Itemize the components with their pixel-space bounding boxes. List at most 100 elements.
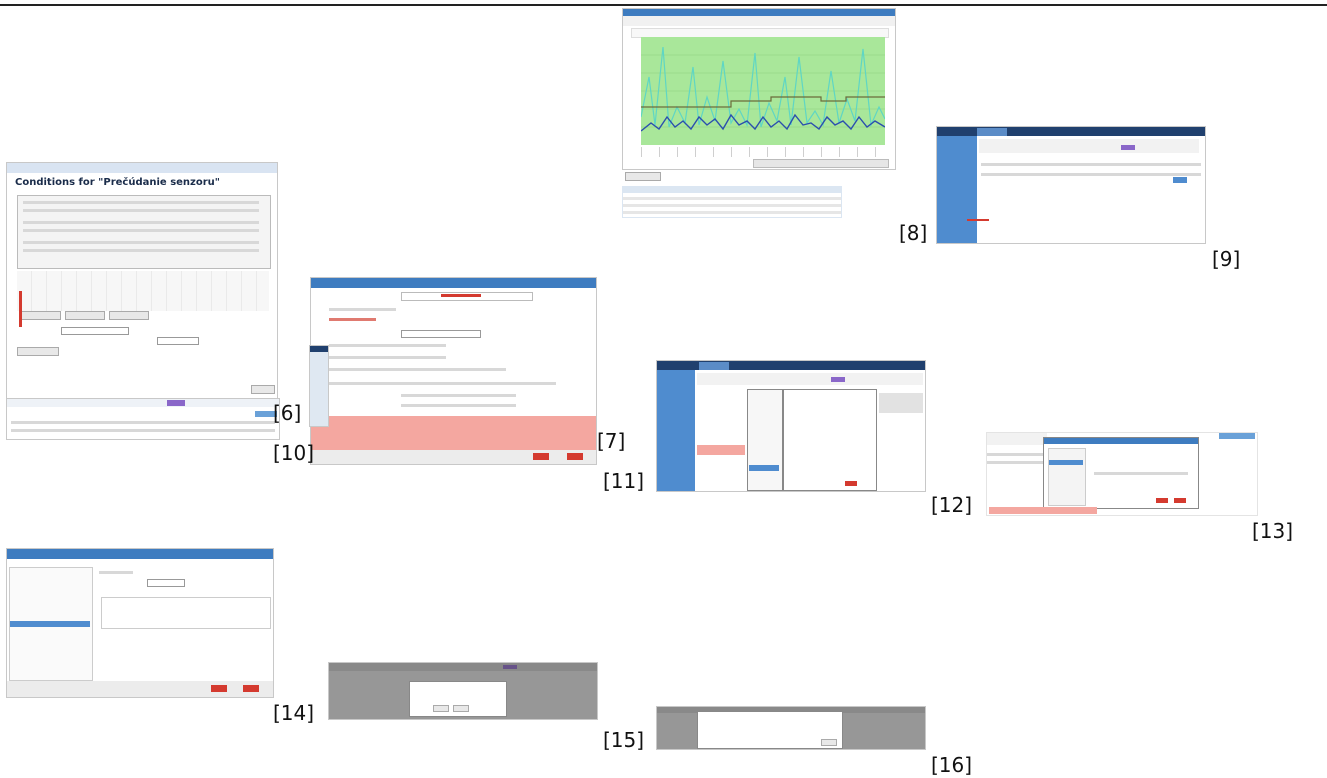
close-button[interactable] bbox=[251, 385, 275, 394]
modal-selection[interactable] bbox=[1049, 460, 1083, 465]
modal-list[interactable] bbox=[1048, 448, 1086, 506]
form-row bbox=[329, 356, 446, 359]
cancel-button[interactable] bbox=[567, 453, 583, 460]
form-row bbox=[329, 344, 446, 347]
sidebar[interactable] bbox=[657, 370, 695, 491]
save-button[interactable] bbox=[533, 453, 549, 460]
options-group bbox=[101, 597, 271, 629]
yes-button[interactable] bbox=[433, 705, 449, 712]
figure-label-6: [6] bbox=[273, 401, 302, 425]
list-row bbox=[981, 173, 1201, 176]
save-button[interactable] bbox=[1156, 498, 1168, 503]
table-row bbox=[11, 421, 275, 424]
setting-row bbox=[99, 571, 133, 574]
red-marker bbox=[441, 294, 481, 297]
form-row bbox=[329, 308, 396, 311]
app-header bbox=[657, 361, 925, 370]
grid-area bbox=[17, 271, 269, 311]
condition-row bbox=[23, 221, 259, 224]
condition-list bbox=[17, 195, 271, 269]
save-button[interactable] bbox=[845, 481, 857, 486]
graph-screenshot bbox=[622, 8, 896, 170]
strip-top bbox=[310, 346, 328, 352]
context-menu[interactable] bbox=[747, 389, 783, 491]
top-right-tag bbox=[1219, 433, 1255, 439]
list-row bbox=[981, 163, 1201, 166]
toolbar bbox=[697, 373, 923, 385]
figure-label-16: [16] bbox=[931, 753, 973, 777]
add-condition-button[interactable] bbox=[21, 311, 61, 320]
condition-row bbox=[23, 229, 259, 232]
status-tag bbox=[167, 400, 185, 406]
setting-input[interactable] bbox=[147, 579, 185, 587]
submenu-panel[interactable] bbox=[783, 389, 877, 491]
sensor-settings-screenshot bbox=[310, 277, 597, 465]
filter-selected[interactable] bbox=[10, 621, 90, 627]
top-rule bbox=[0, 4, 1327, 6]
confirm-dialog-screenshot bbox=[328, 662, 598, 720]
sidebar[interactable] bbox=[937, 136, 977, 243]
purple-badge bbox=[831, 377, 845, 382]
graph-data-table bbox=[622, 186, 842, 218]
context-menu-screenshot bbox=[656, 360, 926, 492]
background-strip bbox=[309, 345, 329, 427]
form-row bbox=[329, 318, 376, 321]
delete-condition-button[interactable] bbox=[109, 311, 149, 320]
graph-titlebar bbox=[623, 9, 895, 16]
dialog-titlebar bbox=[311, 278, 596, 288]
red-marker bbox=[19, 291, 22, 327]
check-select[interactable] bbox=[401, 330, 481, 338]
footer-bar bbox=[311, 450, 596, 464]
figure-label-10: [10] bbox=[273, 441, 315, 465]
table-row bbox=[623, 204, 841, 207]
warning-strip bbox=[697, 445, 745, 455]
info-dialog-screenshot bbox=[656, 706, 926, 750]
selected-cell[interactable] bbox=[1173, 177, 1187, 183]
graph-action-button[interactable] bbox=[625, 172, 661, 181]
figure-label-11: [11] bbox=[603, 469, 645, 493]
condition-row bbox=[23, 249, 259, 252]
condition-row bbox=[23, 241, 259, 244]
cancel-button[interactable] bbox=[1174, 498, 1186, 503]
form-row bbox=[401, 394, 516, 397]
condition-row bbox=[23, 209, 259, 212]
footer-bar bbox=[7, 681, 273, 697]
menu-highlight[interactable] bbox=[749, 465, 779, 471]
graph-bottom-controls[interactable] bbox=[753, 159, 889, 168]
table-header bbox=[623, 187, 841, 193]
no-button[interactable] bbox=[453, 705, 469, 712]
figure-label-14: [14] bbox=[273, 701, 315, 725]
options-select[interactable] bbox=[61, 327, 129, 335]
background-app-screenshot bbox=[6, 398, 280, 440]
figure-label-8: [8] bbox=[899, 221, 928, 245]
dialog-titlebar bbox=[7, 549, 273, 559]
save-button[interactable] bbox=[211, 685, 227, 692]
cancel-button[interactable] bbox=[243, 685, 259, 692]
warning-box bbox=[311, 416, 596, 450]
form-row bbox=[329, 382, 556, 385]
condition-row bbox=[23, 201, 259, 204]
warning-strip bbox=[989, 507, 1097, 514]
active-tab bbox=[977, 128, 1007, 136]
figure-label-15: [15] bbox=[603, 728, 645, 752]
conditions-dialog-screenshot: Conditions for "Prečúdanie senzoru" bbox=[6, 162, 278, 404]
modal-row bbox=[1094, 472, 1188, 475]
form-row bbox=[329, 368, 506, 371]
form-row bbox=[401, 404, 516, 407]
ok-button[interactable] bbox=[821, 739, 837, 746]
extra-button[interactable] bbox=[17, 347, 59, 356]
right-panel bbox=[879, 393, 923, 413]
edit-condition-button[interactable] bbox=[65, 311, 105, 320]
red-marker bbox=[967, 219, 989, 221]
table-row bbox=[11, 429, 275, 432]
options-select[interactable] bbox=[157, 337, 199, 345]
dialog-titlebar bbox=[7, 163, 277, 173]
graph-toolbar bbox=[623, 16, 895, 26]
table-row bbox=[623, 211, 841, 214]
x-axis-ticks bbox=[641, 147, 885, 157]
app-sidebar-screenshot bbox=[936, 126, 1206, 244]
modal-titlebar bbox=[1044, 438, 1198, 444]
purple-badge bbox=[1121, 145, 1135, 150]
modal-dialog[interactable] bbox=[1043, 437, 1199, 509]
figure-label-12: [12] bbox=[931, 493, 973, 517]
